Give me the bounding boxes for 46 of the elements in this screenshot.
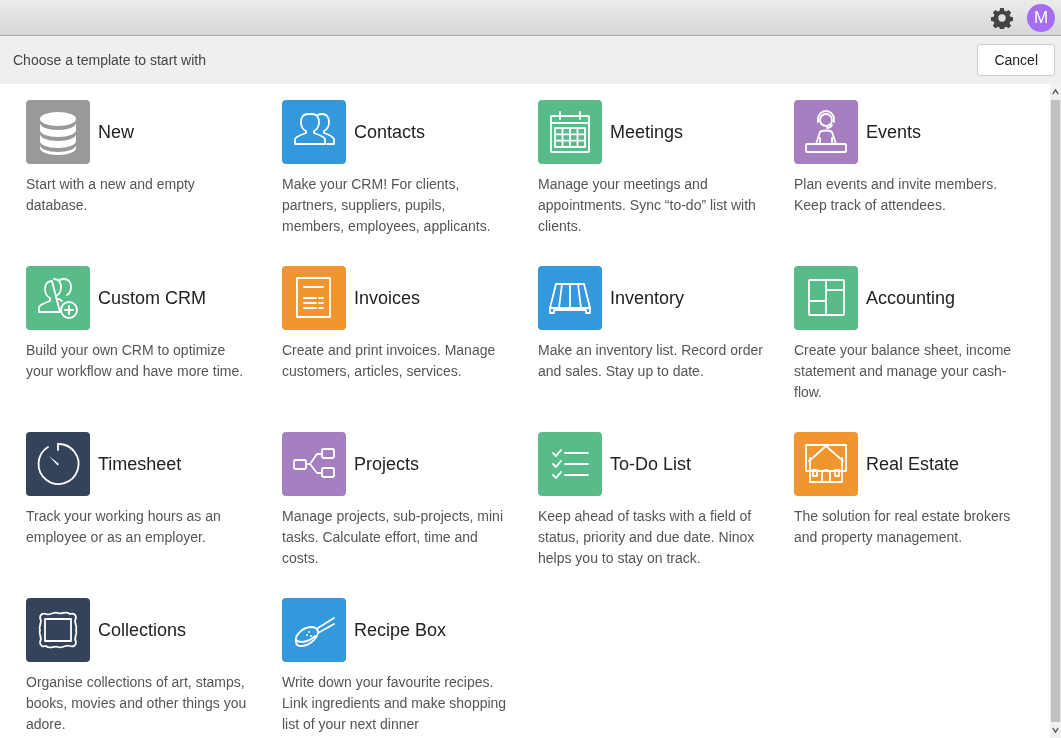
template-title[interactable]: Timesheet — [98, 453, 182, 475]
template-title[interactable]: To-Do List — [610, 453, 692, 475]
template-description: Manage projects, sub-projects, mini tasks. Calculate effort, time and costs. — [282, 507, 504, 568]
template-description: Make an inventory list. Record order and sales. Stay up to date. — [538, 341, 764, 381]
template-description: Manage your meetings and appointments. Sync “to-do” list with clients. — [538, 175, 757, 236]
template-description: Write down your favourite recipes. Link ingredients and make shopping list of your next dinner — [282, 673, 508, 734]
scrollbar[interactable] — [1050, 84, 1061, 738]
template-title[interactable]: Inventory — [610, 287, 685, 309]
template-tile[interactable] — [282, 432, 346, 496]
template-title[interactable]: Meetings — [610, 121, 684, 143]
template-tile[interactable] — [282, 266, 346, 330]
template-description: The solution for real estate brokers and property management. — [794, 507, 1012, 547]
template-tile[interactable] — [794, 100, 858, 164]
template-tile[interactable] — [282, 100, 346, 164]
template-description: Organise collections of art, stamps, books, movies and other things you adore. — [26, 673, 248, 734]
template-description: Create your balance sheet, income statement and manage your cash-flow. — [794, 341, 1013, 402]
template-title[interactable]: Invoices — [354, 287, 421, 309]
template-title[interactable]: New — [98, 121, 134, 143]
template-description: Build your own CRM to optimize your workflow and have more time. — [26, 341, 245, 381]
prompt-text: Choose a template to start with — [13, 52, 206, 68]
template-tile[interactable] — [538, 266, 602, 330]
template-tile[interactable] — [538, 432, 602, 496]
template-description: Track your working hours as an employee or as an employer. — [26, 507, 222, 547]
template-description: Make your CRM! For clients, partners, suppliers, pupils, members, employees, applicants. — [282, 175, 492, 236]
template-description: Keep ahead of tasks with a field of status, priority and due date. Ninox helps you to stay on track. — [538, 507, 756, 568]
template-description: Start with a new and empty database. — [26, 175, 196, 215]
template-title[interactable]: Projects — [354, 453, 420, 475]
template-tile[interactable] — [26, 432, 90, 496]
template-title[interactable]: Real Estate — [866, 453, 960, 475]
template-title[interactable]: Events — [866, 121, 922, 143]
template-tile[interactable] — [26, 100, 90, 164]
template-title[interactable]: Contacts — [354, 121, 426, 143]
template-title[interactable]: Accounting — [866, 287, 956, 309]
template-title[interactable]: Custom CRM — [98, 287, 206, 309]
cancel-button[interactable]: Cancel — [977, 44, 1055, 76]
template-tile[interactable] — [26, 266, 90, 330]
template-description: Plan events and invite members. Keep track of attendees. — [794, 175, 999, 215]
template-tile[interactable] — [26, 598, 90, 662]
template-tile[interactable] — [794, 266, 858, 330]
template-tile[interactable] — [538, 100, 602, 164]
template-tile[interactable] — [282, 598, 346, 662]
template-tile[interactable] — [794, 432, 858, 496]
template-title[interactable]: Collections — [98, 619, 187, 641]
template-description: Create and print invoices. Manage customers, articles, services. — [282, 341, 497, 381]
template-title[interactable]: Recipe Box — [354, 619, 447, 641]
settings-icon[interactable] — [991, 6, 1013, 29]
